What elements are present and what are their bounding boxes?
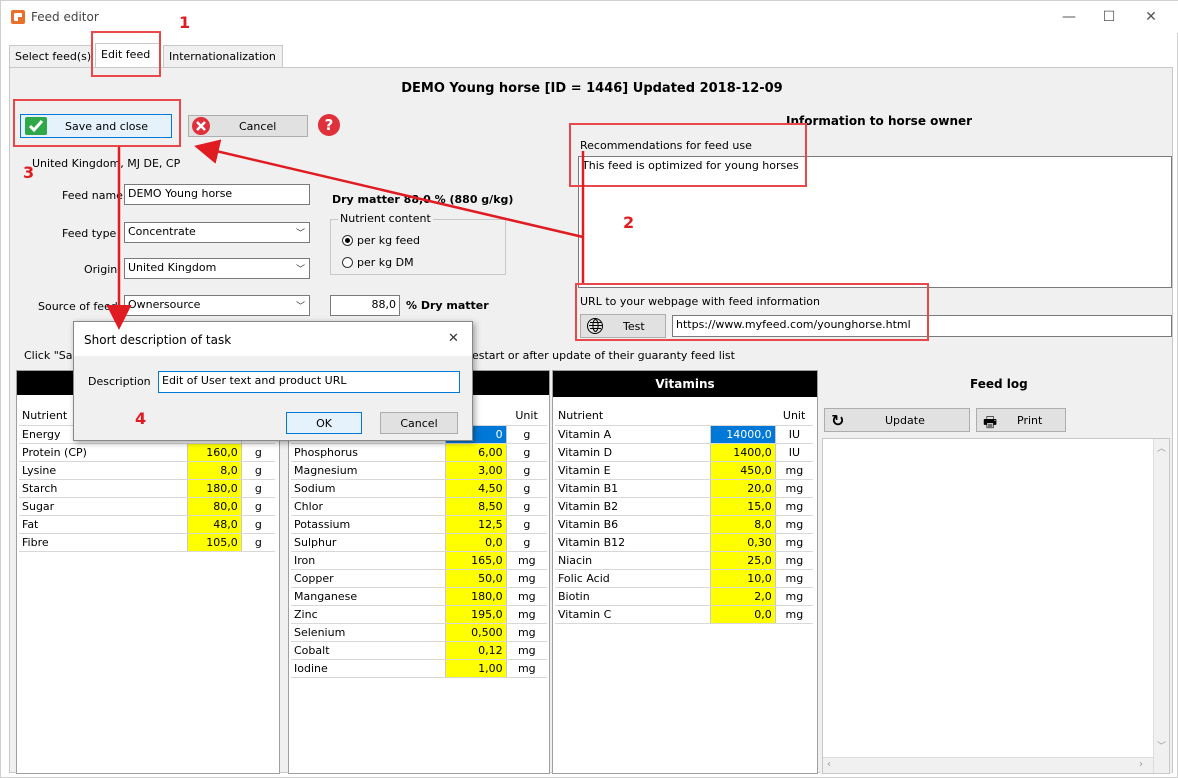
arrow-2-to-save xyxy=(194,139,584,239)
annotation-arrows xyxy=(106,139,585,330)
feed-editor-window: Feed editor — ☐ ✕ Select feed(s) Edit fe… xyxy=(0,0,1178,778)
